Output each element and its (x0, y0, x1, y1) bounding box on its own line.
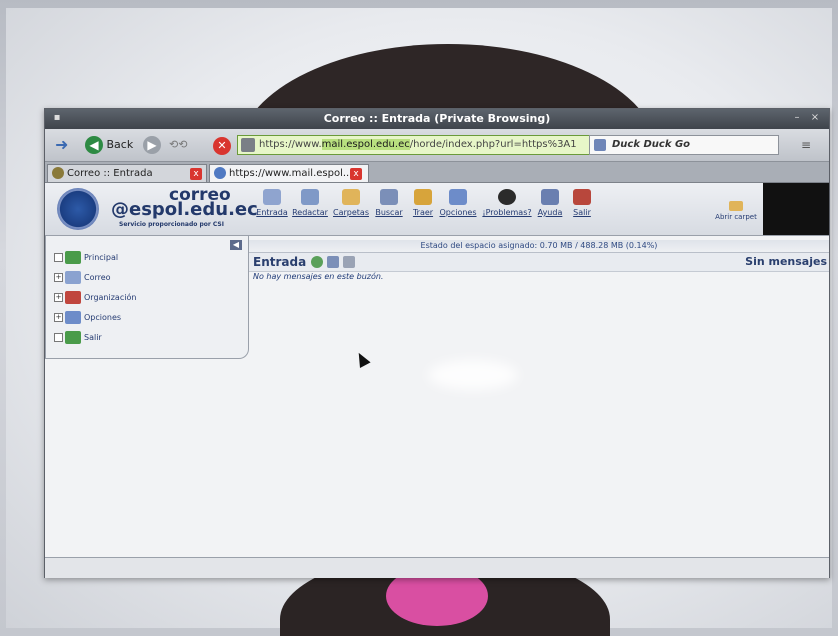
navigation-toolbar: ➜ ◀ Back ▶ ⟲⟲ ✕ https://www.mail.espol.e… (45, 129, 829, 162)
open-folder-button[interactable]: Abrir carpet (709, 201, 763, 221)
loading-favicon-icon (214, 167, 226, 179)
refresh-icon[interactable] (311, 256, 323, 268)
tab-mail-espol[interactable]: https://www.mail.espol... x (209, 164, 369, 182)
logo-subtitle: Servicio proporcionado por CSI (119, 221, 224, 228)
tab-correo-entrada[interactable]: Correo :: Entrada x (47, 164, 207, 182)
logo-domain: @espol.edu.ec (111, 199, 258, 220)
nav-arrow-icon[interactable]: ➜ (55, 136, 77, 154)
tree-expander-icon[interactable]: + (54, 293, 63, 302)
back-arrow-icon: ◀ (85, 136, 103, 154)
stop-icon[interactable]: ✕ (213, 137, 231, 155)
mail-icon (65, 271, 81, 284)
options-icon (65, 311, 81, 324)
tree-expander-icon[interactable]: + (54, 313, 63, 322)
open-folder-label: Abrir carpet (715, 213, 757, 221)
history-icon[interactable]: ⟲⟲ (169, 135, 187, 155)
folders-icon (342, 189, 360, 205)
sidebar-item-label: Opciones (84, 313, 122, 322)
home-icon (65, 251, 81, 264)
sidebar-item-organizacion[interactable]: + Organización (54, 290, 136, 306)
sidebar-item-label: Principal (84, 253, 119, 262)
fetch-icon (414, 189, 432, 205)
header-dark-region (763, 183, 829, 235)
empty-mailbox-notice: No hay mensajes en este buzón. (253, 272, 384, 281)
url-bar[interactable]: https://www.mail.espol.edu.ec/horde/inde… (237, 135, 593, 155)
exit-icon (65, 331, 81, 344)
sidebar-item-opciones[interactable]: + Opciones (54, 310, 121, 326)
compose-icon (301, 189, 319, 205)
window-titlebar[interactable]: ▪ Correo :: Entrada (Private Browsing) –… (45, 109, 829, 129)
search-mailbox-icon[interactable] (327, 256, 339, 268)
sidebar-item-label: Correo (84, 273, 111, 282)
sidebar-item-correo[interactable]: + Correo (54, 270, 111, 286)
search-placeholder: Duck Duck Go (612, 139, 691, 150)
sidebar-item-principal[interactable]: Principal (54, 250, 118, 266)
help-book-icon (541, 189, 559, 205)
toolbar-carpetas-button[interactable]: Carpetas (330, 189, 372, 217)
toolbar-label: Traer (412, 208, 434, 217)
organizer-icon (65, 291, 81, 304)
url-path: /horde/index.php?url=https%3A1 (409, 139, 577, 150)
tree-expander (54, 333, 63, 342)
tab-label: Correo :: Entrada (67, 168, 153, 179)
url-scheme: https://www. (259, 139, 322, 150)
screen-glare (428, 360, 518, 390)
horde-favicon-icon (52, 167, 64, 179)
webmail-header: correo @espol.edu.ec Servicio proporcion… (45, 183, 829, 236)
sidebar-item-salir[interactable]: Salir (54, 330, 102, 346)
close-tab-icon[interactable]: x (350, 168, 362, 180)
toolbar-label: Carpetas (333, 208, 369, 217)
mailbox-title: Entrada (253, 255, 307, 269)
message-count: Sin mensajes (745, 255, 827, 268)
exit-icon (573, 189, 591, 205)
close-tab-icon[interactable]: x (190, 168, 202, 180)
empty-mailbox-icon[interactable] (343, 256, 355, 268)
toolbar-entrada-button[interactable]: Entrada (251, 189, 293, 217)
toolbar-label: Opciones (439, 208, 477, 217)
mailbox-pane: Estado del espacio asignado: 0.70 MB / 4… (249, 236, 829, 577)
quota-status: Estado del espacio asignado: 0.70 MB / 4… (249, 240, 829, 253)
url-host: mail.espol.edu.ec (321, 139, 410, 150)
minimize-icon[interactable]: – (791, 112, 803, 124)
bomb-icon (498, 189, 516, 205)
toolbar-label: Redactar (292, 208, 328, 217)
toolbar-label: Buscar (375, 208, 403, 217)
folder-icon (729, 201, 743, 211)
options-icon (449, 189, 467, 205)
toolbar-salir-button[interactable]: Salir (561, 189, 603, 217)
site-identity-icon[interactable] (241, 138, 255, 152)
close-window-icon[interactable]: × (809, 112, 821, 124)
menu-icon[interactable]: ≡ (801, 138, 815, 152)
sidebar-menu: ◀ Principal + Correo + Organización + Opcio… (45, 236, 249, 359)
collapse-sidebar-icon[interactable]: ◀ (230, 240, 242, 250)
tree-expander (54, 253, 63, 262)
tab-bar: Correo :: Entrada x https://www.mail.esp… (45, 162, 829, 183)
window-title: Correo :: Entrada (Private Browsing) (323, 112, 551, 125)
toolbar-label: Salir (573, 208, 591, 217)
tab-label: https://www.mail.espol... (229, 168, 353, 179)
duckduckgo-icon (594, 139, 606, 151)
inbox-icon (263, 189, 281, 205)
back-label: Back (106, 138, 134, 151)
espol-seal-logo (57, 188, 99, 230)
toolbar-label: ¡Problemas? (482, 208, 532, 217)
forward-arrow-icon: ▶ (143, 136, 161, 154)
toolbar-label: Entrada (256, 208, 288, 217)
toolbar-opciones-button[interactable]: Opciones (437, 189, 479, 217)
toolbar-problemas-button[interactable]: ¡Problemas? (481, 189, 533, 217)
back-button[interactable]: ◀ Back (85, 135, 133, 155)
tree-expander-icon[interactable]: + (54, 273, 63, 282)
search-input[interactable]: Duck Duck Go (589, 135, 779, 155)
mailbox-header: Entrada Sin mensajes (249, 253, 829, 272)
sidebar-item-label: Salir (84, 333, 102, 342)
browser-window: ▪ Correo :: Entrada (Private Browsing) –… (44, 108, 830, 578)
sidebar-item-label: Organización (84, 293, 137, 302)
toolbar-label: Ayuda (537, 208, 563, 217)
search-icon (380, 189, 398, 205)
toolbar-redactar-button[interactable]: Redactar (289, 189, 331, 217)
forward-button[interactable]: ▶ (143, 135, 161, 155)
browser-status-bar (45, 557, 829, 578)
